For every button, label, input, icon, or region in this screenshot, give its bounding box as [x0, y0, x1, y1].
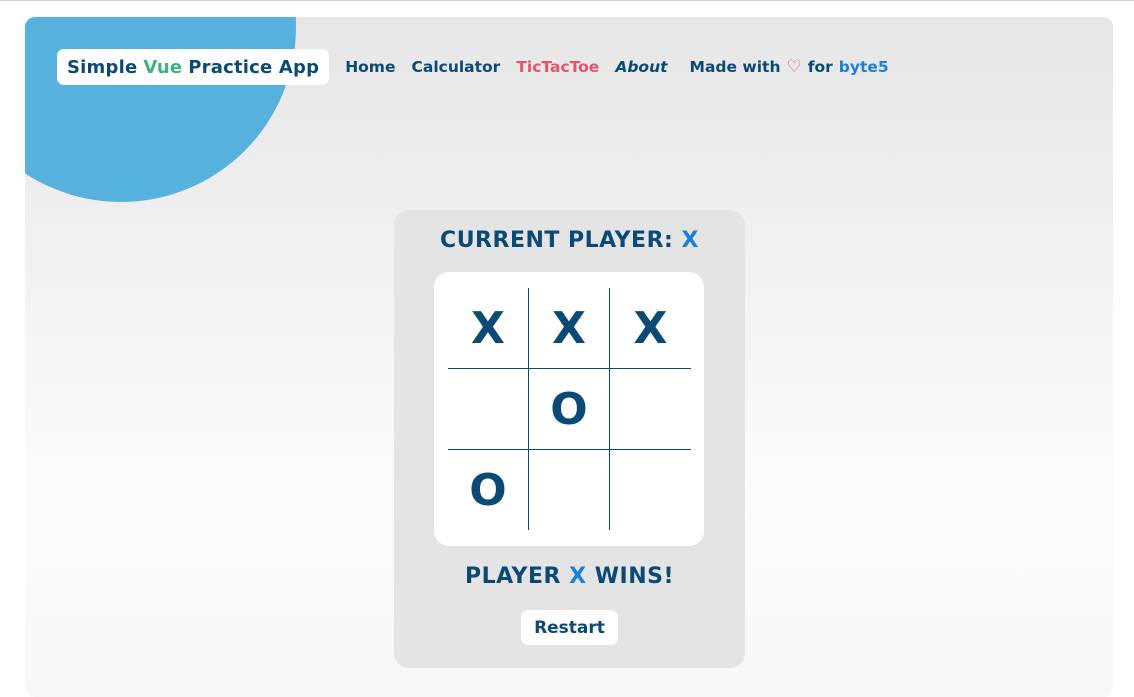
current-player-label: CURRENT PLAYER:	[440, 228, 674, 253]
nav-link-about[interactable]: About	[615, 58, 667, 76]
nav-link-tictactoe[interactable]: TicTacToe	[516, 58, 599, 76]
game-status: PLAYER X WINS!	[394, 564, 745, 589]
nav-link-home[interactable]: Home	[345, 58, 395, 76]
brand-accent: Vue	[143, 56, 183, 78]
made-with-prefix: Made with	[689, 58, 781, 76]
current-player-heading: CURRENT PLAYER: X	[394, 228, 745, 253]
top-border	[0, 0, 1134, 1]
byte5-link[interactable]: byte5	[839, 58, 889, 76]
board-cell-8[interactable]	[529, 450, 610, 530]
board-cell-4[interactable]	[448, 369, 529, 450]
app-panel: Simple Vue Practice App Home Calculator …	[25, 17, 1113, 697]
game-board: X X X O O	[434, 272, 704, 546]
board-cell-6[interactable]	[610, 369, 691, 450]
board-cell-5[interactable]: O	[529, 369, 610, 450]
made-with-text: Made with ♡ for byte5	[690, 57, 889, 77]
status-suffix: WINS!	[594, 564, 675, 589]
status-player: X	[569, 564, 587, 589]
decorative-circle	[25, 17, 296, 202]
board-cell-3[interactable]: X	[610, 288, 691, 369]
board-grid: X X X O O	[448, 288, 691, 530]
current-player-value: X	[681, 228, 699, 253]
status-prefix: PLAYER	[464, 564, 561, 589]
board-cell-9[interactable]	[610, 450, 691, 530]
nav-link-calculator[interactable]: Calculator	[411, 58, 500, 76]
board-cell-7[interactable]: O	[448, 450, 529, 530]
heart-icon: ♡	[786, 57, 802, 77]
tictactoe-card: CURRENT PLAYER: X X X X O O PLAYER X WIN…	[394, 210, 745, 668]
brand-prefix: Simple	[67, 56, 138, 78]
board-cell-2[interactable]: X	[529, 288, 610, 369]
board-cell-1[interactable]: X	[448, 288, 529, 369]
top-nav: Simple Vue Practice App Home Calculator …	[57, 49, 889, 85]
brand-suffix: Practice App	[188, 56, 320, 78]
restart-button[interactable]: Restart	[521, 610, 618, 645]
brand-logo[interactable]: Simple Vue Practice App	[57, 49, 330, 85]
made-with-for: for	[807, 58, 833, 76]
